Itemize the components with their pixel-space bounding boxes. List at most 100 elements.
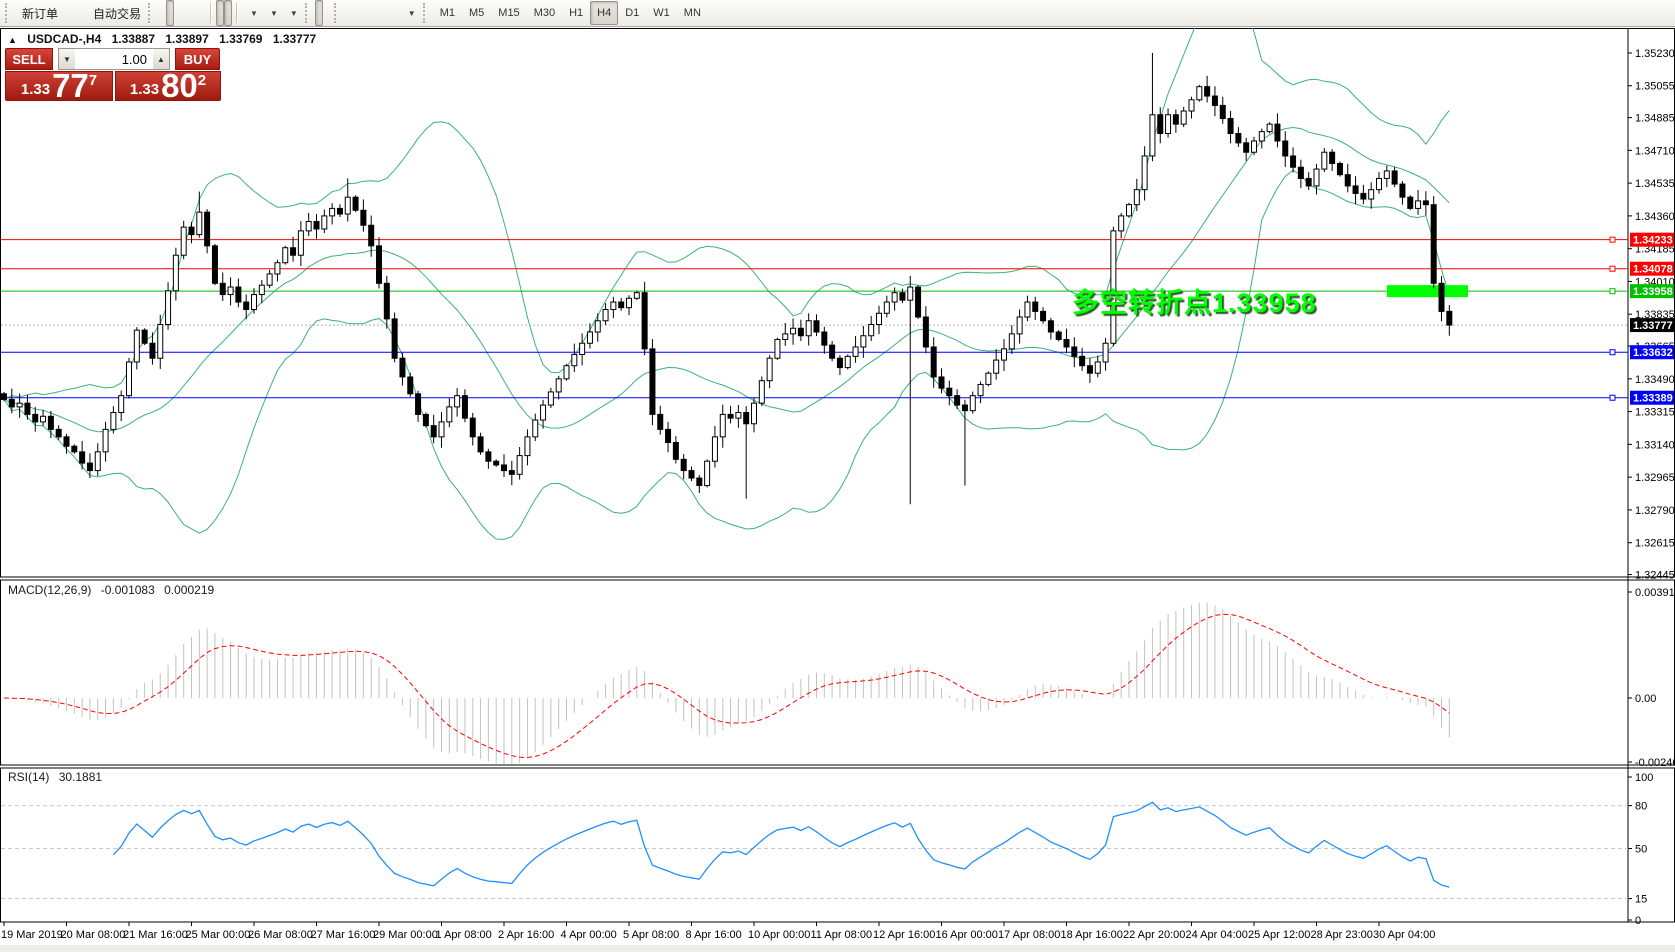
price-badge-1.34233: 1.34233 bbox=[1630, 233, 1674, 247]
market-button[interactable] bbox=[70, 0, 78, 26]
svg-text:4 Apr 00:00: 4 Apr 00:00 bbox=[561, 929, 617, 941]
terminal-window: 新订单 自动交易 ▼ ▼ ▼ EFAT ▼ M1M5M15M30H1H4D1W1MN 1.35… bbox=[0, 0, 1675, 952]
svg-text:0: 0 bbox=[1635, 915, 1641, 927]
macd-label: MACD(12,26,9) bbox=[8, 583, 91, 597]
svg-text:0.00: 0.00 bbox=[1635, 693, 1656, 705]
svg-text:1.32615: 1.32615 bbox=[1635, 538, 1675, 550]
tile-windows-button[interactable] bbox=[198, 0, 206, 26]
svg-text:1.33389: 1.33389 bbox=[1633, 393, 1673, 405]
zoom-in-button[interactable] bbox=[182, 0, 190, 26]
svg-text:80: 80 bbox=[1635, 801, 1647, 813]
equidistant-channel-button[interactable]: E bbox=[368, 0, 376, 26]
main-toolbar: 新订单 自动交易 ▼ ▼ ▼ EFAT ▼ M1M5M15M30H1H4D1W1MN bbox=[0, 0, 1675, 27]
timeframe-button-H1[interactable]: H1 bbox=[562, 1, 590, 25]
svg-text:1.32790: 1.32790 bbox=[1635, 505, 1675, 517]
arrows-button[interactable]: ▼ bbox=[400, 0, 420, 26]
timeframe-button-M1[interactable]: M1 bbox=[433, 1, 462, 25]
svg-text:17 Apr 08:00: 17 Apr 08:00 bbox=[998, 929, 1060, 941]
price-badge-1.34078: 1.34078 bbox=[1630, 262, 1674, 276]
svg-text:1.32965: 1.32965 bbox=[1635, 472, 1675, 484]
svg-text:1.34885: 1.34885 bbox=[1635, 113, 1675, 125]
text-label-button[interactable]: T bbox=[392, 0, 400, 26]
timeframe-button-D1[interactable]: D1 bbox=[618, 1, 646, 25]
volume-input[interactable] bbox=[75, 49, 153, 69]
toolbar-separator bbox=[305, 3, 310, 23]
vertical-line-button[interactable] bbox=[344, 0, 352, 26]
svg-text:1.34710: 1.34710 bbox=[1635, 145, 1675, 157]
toolbar-grip bbox=[5, 3, 10, 23]
ohlc-low: 1.33769 bbox=[219, 32, 262, 46]
fibonacci-button[interactable]: F bbox=[376, 0, 384, 26]
chevron-down-icon[interactable]: ▼ bbox=[290, 9, 298, 18]
crosshair-button[interactable] bbox=[323, 0, 331, 26]
svg-text:25 Apr 12:00: 25 Apr 12:00 bbox=[1248, 929, 1310, 941]
buy-price-prefix: 1.33 bbox=[130, 82, 159, 97]
toolbar-separator bbox=[210, 3, 212, 23]
chat-button[interactable] bbox=[1607, 0, 1615, 26]
one-click-panel-toggle-icon[interactable]: ▲ bbox=[8, 35, 17, 45]
svg-text:-0.002465: -0.002465 bbox=[1635, 757, 1675, 769]
svg-text:29 Mar 00:00: 29 Mar 00:00 bbox=[373, 929, 438, 941]
volume-increase-button[interactable]: ▲ bbox=[153, 49, 169, 69]
timeframe-button-W1[interactable]: W1 bbox=[646, 1, 677, 25]
svg-text:1.33777: 1.33777 bbox=[1633, 320, 1673, 332]
one-click-trading-panel: SELL ▼ ▲ BUY 1.33 77 7 1.33 80 2 bbox=[5, 48, 221, 101]
volume-decrease-button[interactable]: ▼ bbox=[59, 49, 75, 69]
timeframe-button-MN[interactable]: MN bbox=[677, 1, 708, 25]
svg-text:11 Apr 08:00: 11 Apr 08:00 bbox=[811, 929, 873, 941]
highlight-rectangle[interactable] bbox=[1387, 285, 1468, 297]
periods-button[interactable]: ▼ bbox=[262, 0, 282, 26]
autotrading-button-label: 自动交易 bbox=[93, 5, 141, 22]
timeframe-button-M15[interactable]: M15 bbox=[491, 1, 526, 25]
svg-text:26 Mar 08:00: 26 Mar 08:00 bbox=[248, 929, 313, 941]
ohlc-close: 1.33777 bbox=[273, 32, 316, 46]
timeframe-button-M5[interactable]: M5 bbox=[462, 1, 491, 25]
auto-scroll-button[interactable] bbox=[216, 0, 224, 26]
svg-text:1.33315: 1.33315 bbox=[1635, 407, 1675, 419]
macd-label-line: MACD(12,26,9) -0.001083 0.000219 bbox=[8, 583, 220, 597]
trendline-button[interactable] bbox=[360, 0, 368, 26]
svg-text:21 Mar 16:00: 21 Mar 16:00 bbox=[123, 929, 188, 941]
chevron-down-icon[interactable]: ▼ bbox=[408, 9, 416, 18]
zoom-out-button[interactable] bbox=[190, 0, 198, 26]
timeframe-button-H4[interactable]: H4 bbox=[590, 1, 618, 25]
svg-text:1.35230: 1.35230 bbox=[1635, 48, 1675, 60]
horizontal-line-button[interactable] bbox=[352, 0, 360, 26]
price-badge-1.33389: 1.33389 bbox=[1630, 391, 1674, 405]
svg-text:2 Apr 16:00: 2 Apr 16:00 bbox=[498, 929, 554, 941]
price-badge-1.33632: 1.33632 bbox=[1630, 345, 1674, 359]
buy-price-big: 80 bbox=[161, 72, 198, 99]
autotrading-button[interactable]: 自动交易 bbox=[86, 0, 145, 26]
timeframe-button-M30[interactable]: M30 bbox=[527, 1, 562, 25]
line-chart-button[interactable] bbox=[174, 0, 182, 26]
chart-shift-button[interactable] bbox=[224, 0, 232, 26]
sell-price-display[interactable]: 1.33 77 7 bbox=[5, 71, 113, 101]
chevron-down-icon[interactable]: ▼ bbox=[270, 9, 278, 18]
status-strip bbox=[0, 945, 1675, 952]
macd-panel[interactable] bbox=[1, 580, 1675, 765]
svg-text:25 Mar 00:00: 25 Mar 00:00 bbox=[186, 929, 251, 941]
new-order-button[interactable]: 新订单 bbox=[15, 0, 62, 26]
text-button[interactable]: A bbox=[384, 0, 392, 26]
svg-text:1.32445: 1.32445 bbox=[1635, 570, 1675, 582]
templates-button[interactable]: ▼ bbox=[282, 0, 302, 26]
toolbar-separator bbox=[334, 3, 339, 23]
cursor-button[interactable] bbox=[315, 0, 323, 26]
svg-text:28 Apr 23:00: 28 Apr 23:00 bbox=[1311, 929, 1373, 941]
search-button[interactable] bbox=[1589, 0, 1597, 26]
svg-text:50: 50 bbox=[1635, 844, 1647, 856]
chevron-down-icon[interactable]: ▼ bbox=[250, 9, 258, 18]
indicators-button[interactable]: ▼ bbox=[242, 0, 262, 26]
metaeditor-button[interactable] bbox=[62, 0, 70, 26]
chart-annotation-text[interactable]: 多空转折点1.33958 bbox=[1072, 281, 1317, 320]
chart-canvas[interactable]: 1.352301.350551.348851.347101.345351.343… bbox=[0, 28, 1675, 952]
candlestick-chart-button[interactable] bbox=[166, 0, 174, 26]
svg-text:18 Apr 16:00: 18 Apr 16:00 bbox=[1061, 929, 1123, 941]
svg-text:1.34078: 1.34078 bbox=[1633, 264, 1673, 276]
signals-button[interactable] bbox=[78, 0, 86, 26]
ohlc-open: 1.33887 bbox=[112, 32, 155, 46]
bar-chart-button[interactable] bbox=[158, 0, 166, 26]
svg-text:1.35055: 1.35055 bbox=[1635, 81, 1675, 93]
sell-button[interactable]: SELL bbox=[5, 48, 53, 70]
buy-price-display[interactable]: 1.33 80 2 bbox=[115, 71, 221, 101]
